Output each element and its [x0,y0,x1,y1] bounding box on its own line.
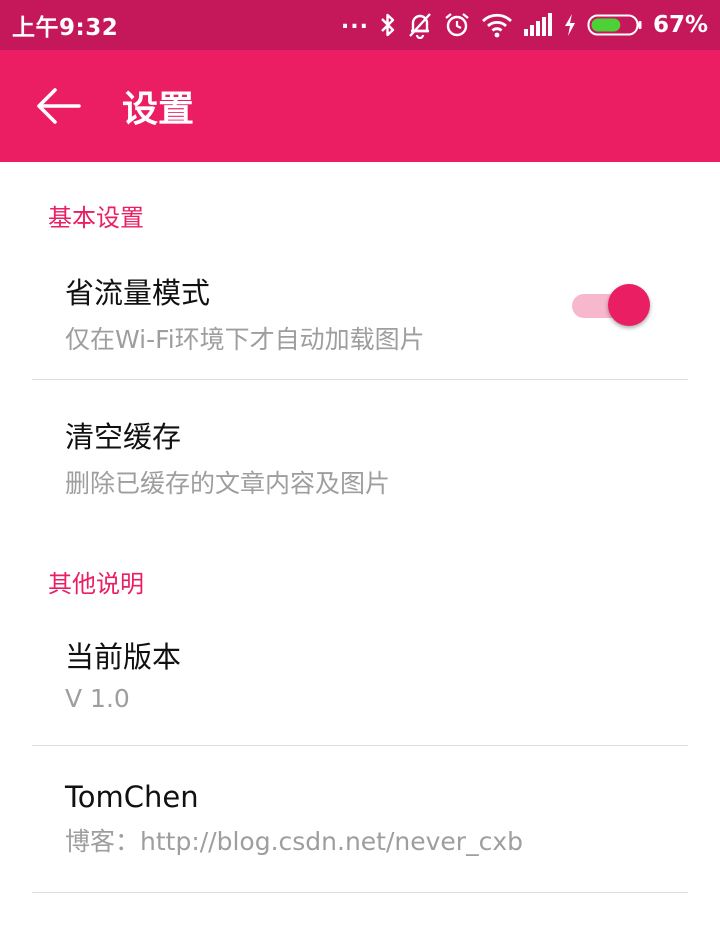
author-preference[interactable]: TomChen 博客：http://blog.csdn.net/never_cx… [0,746,720,892]
pref-title: 当前版本 [65,640,182,674]
clear-cache-preference[interactable]: 清空缓存 删除已缓存的文章内容及图片 [0,380,720,520]
battery-percent: 67% [652,12,708,38]
page-title: 设置 [122,89,195,130]
bluetooth-icon [379,12,397,38]
version-preference[interactable]: 当前版本 V 1.0 [0,612,720,745]
arrow-left-icon [37,88,81,124]
notifications-off-icon [407,11,433,39]
data-saver-toggle[interactable] [572,282,650,326]
section-header-basic: 基本设置 [48,204,144,232]
alarm-icon [443,11,471,39]
app-bar: 设置 [0,50,720,162]
section-header-other: 其他说明 [48,570,144,598]
pref-summary: V 1.0 [65,684,130,713]
back-button[interactable] [28,76,88,136]
more-notifications-indicator: ... [340,8,369,34]
pref-title: 清空缓存 [65,420,182,454]
pref-summary: 删除已缓存的文章内容及图片 [65,469,391,498]
divider [32,892,688,893]
charging-icon [563,13,577,37]
status-icons: ... 67% [340,8,708,39]
wifi-icon [481,12,513,38]
pref-title: TomChen [65,780,199,814]
status-bar: 上午9:32 ... 67% [0,0,720,50]
status-time: 上午9:32 [12,15,119,41]
signal-icon [523,13,553,37]
pref-summary: 博客：http://blog.csdn.net/never_cxb [65,827,523,856]
battery-icon [587,13,643,37]
toggle-thumb [608,284,650,326]
data-saver-preference[interactable]: 省流量模式 仅在Wi-Fi环境下才自动加载图片 [0,248,720,380]
